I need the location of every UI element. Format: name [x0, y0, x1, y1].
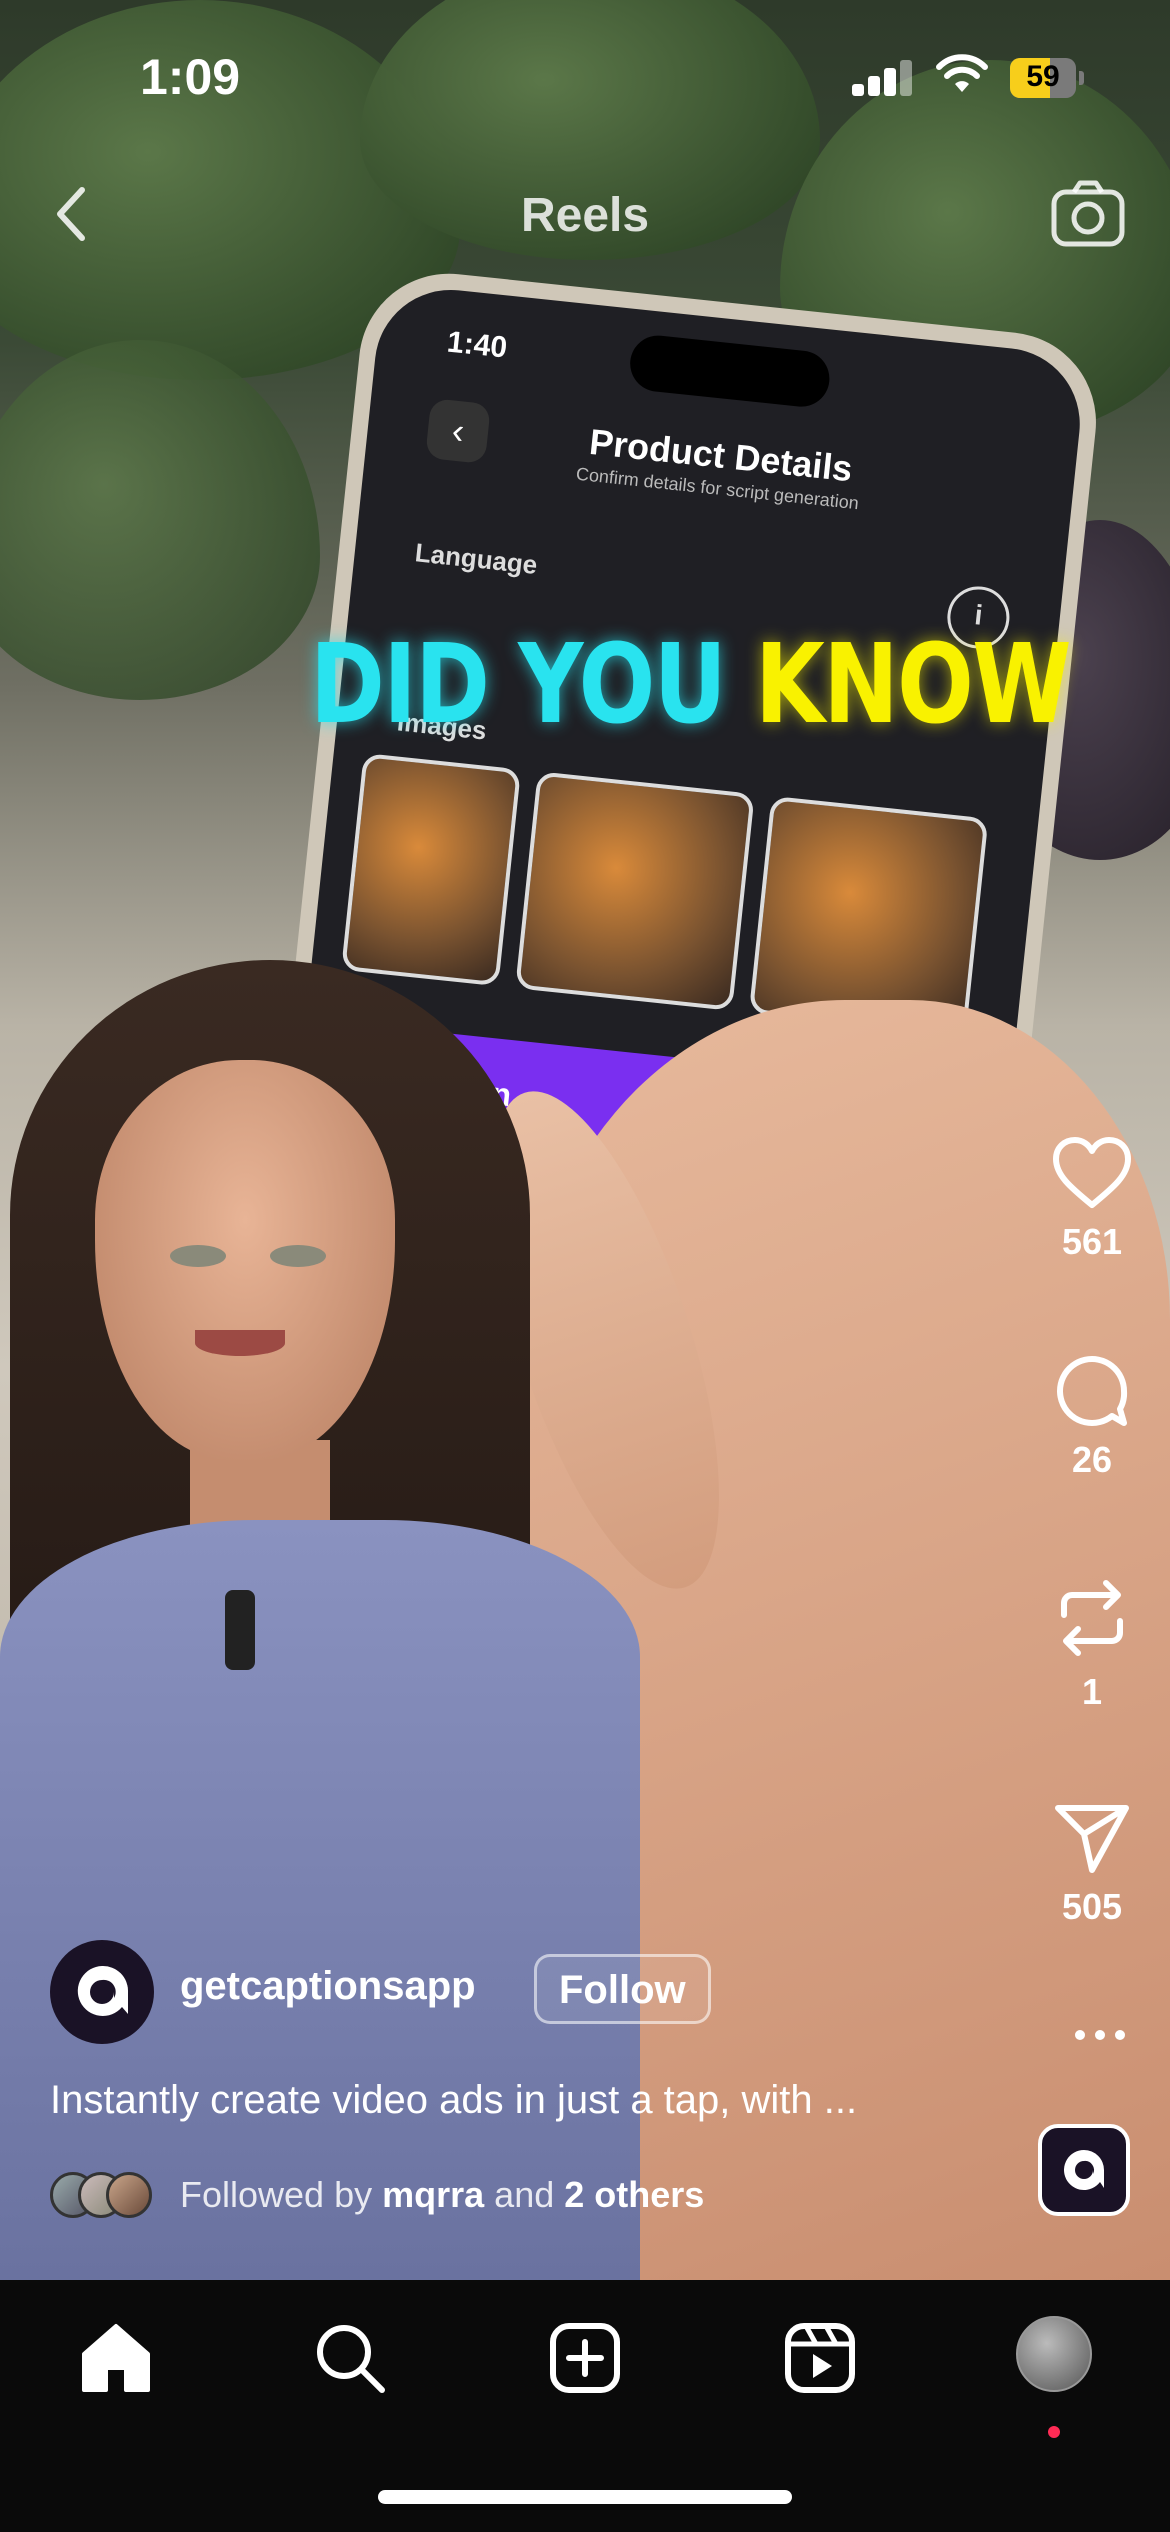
- share-button[interactable]: 505: [1044, 1800, 1140, 1928]
- product-image: [341, 752, 522, 987]
- comment-icon: [1057, 1356, 1128, 1426]
- create-icon[interactable]: [545, 2318, 625, 2398]
- followed-prefix: Followed by: [180, 2174, 373, 2215]
- comment-count: 26: [1071, 1439, 1113, 1480]
- followed-by-text: Followed by mqrra and 2 others: [180, 2174, 704, 2216]
- inner-time: 1:40: [445, 325, 509, 365]
- battery-level: 59: [1026, 60, 1060, 93]
- lapel-mic: [225, 1590, 255, 1670]
- author-row: getcaptionsapp Follow: [50, 1940, 950, 2044]
- mouth: [195, 1330, 285, 1356]
- captions-logo-icon: [1064, 2150, 1104, 2190]
- eye: [170, 1245, 226, 1267]
- comment-button[interactable]: 26: [1044, 1353, 1140, 1481]
- audio-track-button[interactable]: [1038, 2124, 1130, 2216]
- follower-avatar: [106, 2172, 152, 2218]
- follow-button[interactable]: Follow: [534, 1954, 711, 2024]
- page-title: Reels: [520, 189, 650, 242]
- plant-leaves: [0, 340, 320, 700]
- profile-avatar-tab[interactable]: [1016, 2316, 1092, 2392]
- reels-screen: 1:40 ‹ Product Details Confirm details f…: [0, 0, 1170, 2532]
- signal-icon: [852, 60, 914, 96]
- status-bar: 1:09 59: [0, 0, 1170, 150]
- author-username[interactable]: getcaptionsapp: [180, 1964, 476, 2009]
- search-icon[interactable]: [310, 2318, 390, 2398]
- reel-video[interactable]: 1:40 ‹ Product Details Confirm details f…: [0, 0, 1170, 2280]
- camera-icon[interactable]: [1050, 178, 1126, 250]
- notification-dot: [1048, 2426, 1060, 2438]
- battery-icon: 59: [1010, 58, 1084, 98]
- like-count: 561: [1061, 1221, 1123, 1262]
- heart-icon: [1053, 1137, 1131, 1208]
- share-count: 505: [1061, 1886, 1123, 1927]
- followed-others: 2 others: [564, 2174, 705, 2215]
- repost-button[interactable]: 1: [1044, 1575, 1140, 1713]
- author-avatar[interactable]: [50, 1940, 154, 2044]
- repost-icon: [1061, 1580, 1123, 1656]
- send-icon: [1055, 1805, 1129, 1873]
- overlay-text-yellow: KNOW: [755, 620, 1072, 748]
- home-indicator[interactable]: [378, 2490, 792, 2504]
- face: [95, 1060, 395, 1460]
- inner-language-label: Language: [413, 537, 539, 580]
- top-bar: Reels: [0, 170, 1170, 260]
- status-time: 1:09: [140, 49, 241, 105]
- repost-count: 1: [1081, 1671, 1103, 1712]
- more-options-icon[interactable]: [1070, 2020, 1130, 2050]
- captions-logo-icon: [77, 1965, 129, 2016]
- post-caption[interactable]: Instantly create video ads in just a tap…: [50, 2078, 970, 2123]
- dynamic-island: [627, 332, 833, 410]
- eye: [270, 1245, 326, 1267]
- overlay-text-cyan: DID YOU: [310, 620, 727, 748]
- home-icon[interactable]: [76, 2318, 156, 2398]
- shirt: [0, 1520, 640, 2280]
- followed-user: mqrra: [382, 2174, 485, 2215]
- wifi-icon: [936, 54, 988, 92]
- overlay-headline: DID YOU KNOW: [310, 620, 1072, 748]
- followed-and: and: [494, 2174, 555, 2215]
- reels-icon[interactable]: [780, 2318, 860, 2398]
- like-button[interactable]: 561: [1044, 1135, 1140, 1263]
